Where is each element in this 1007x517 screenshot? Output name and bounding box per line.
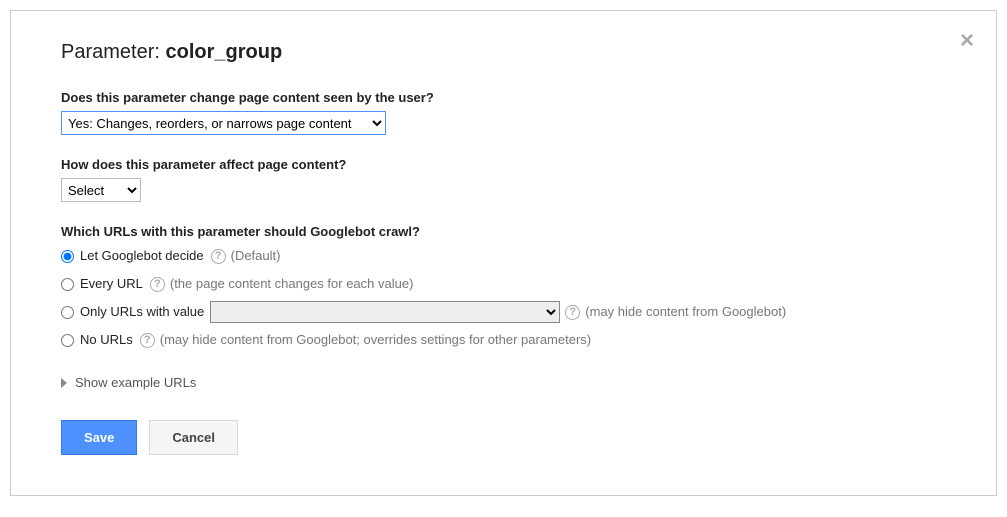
radio-decide-hint: (Default) [231, 245, 281, 267]
radio-every[interactable] [61, 278, 74, 291]
crawl-option-none[interactable]: No URLs ? (may hide content from Googleb… [61, 329, 946, 351]
show-example-urls[interactable]: Show example URLs [61, 375, 946, 390]
parameter-name: color_group [165, 41, 282, 63]
title-prefix: Parameter: [61, 41, 165, 63]
radio-none[interactable] [61, 334, 74, 347]
help-icon[interactable]: ? [211, 249, 226, 264]
crawl-option-only[interactable]: Only URLs with value ? (may hide content… [61, 301, 946, 323]
chevron-right-icon [61, 378, 67, 388]
radio-only-label: Only URLs with value [80, 301, 204, 323]
expand-label: Show example URLs [75, 375, 196, 390]
radio-none-label: No URLs [80, 329, 133, 351]
help-icon[interactable]: ? [140, 333, 155, 348]
q3-label: Which URLs with this parameter should Go… [61, 224, 946, 239]
q1-label: Does this parameter change page content … [61, 90, 946, 105]
radio-decide[interactable] [61, 250, 74, 263]
radio-decide-label: Let Googlebot decide [80, 245, 204, 267]
q1-select[interactable]: Yes: Changes, reorders, or narrows page … [61, 111, 386, 135]
crawl-option-decide[interactable]: Let Googlebot decide ? (Default) [61, 245, 946, 267]
crawl-options: Let Googlebot decide ? (Default) Every U… [61, 245, 946, 351]
cancel-button[interactable]: Cancel [149, 420, 238, 455]
close-icon[interactable]: × [960, 29, 974, 53]
radio-only-hint: (may hide content from Googlebot) [585, 301, 786, 323]
dialog-buttons: Save Cancel [61, 420, 946, 455]
radio-every-hint: (the page content changes for each value… [170, 273, 414, 295]
only-value-select[interactable] [210, 301, 560, 323]
help-icon[interactable]: ? [565, 305, 580, 320]
question-affect-content: How does this parameter affect page cont… [61, 157, 946, 202]
radio-only[interactable] [61, 306, 74, 319]
radio-none-hint: (may hide content from Googlebot; overri… [160, 329, 591, 351]
question-change-content: Does this parameter change page content … [61, 90, 946, 135]
crawl-option-every[interactable]: Every URL ? (the page content changes fo… [61, 273, 946, 295]
dialog-title: Parameter: color_group [61, 41, 946, 64]
parameter-dialog: × Parameter: color_group Does this param… [10, 10, 997, 496]
save-button[interactable]: Save [61, 420, 137, 455]
q2-select[interactable]: Select [61, 178, 141, 202]
help-icon[interactable]: ? [150, 277, 165, 292]
question-crawl: Which URLs with this parameter should Go… [61, 224, 946, 351]
q2-label: How does this parameter affect page cont… [61, 157, 946, 172]
radio-every-label: Every URL [80, 273, 143, 295]
